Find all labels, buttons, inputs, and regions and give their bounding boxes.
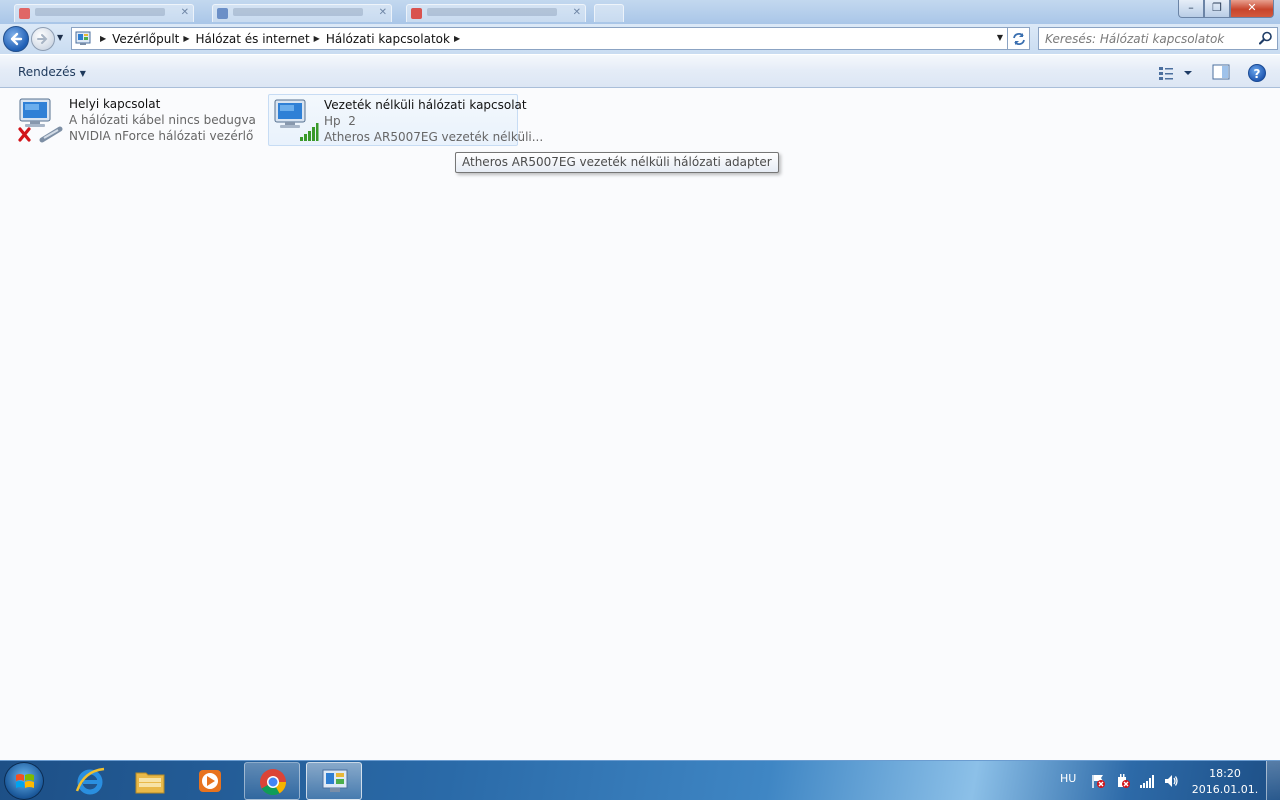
breadcrumb-item-control-panel[interactable]: Vezérlőpult [112, 32, 179, 46]
tab-close-icon[interactable]: ✕ [181, 7, 189, 18]
breadcrumb: ▶ Vezérlőpult ▶ Hálózat és internet ▶ Há… [96, 28, 466, 49]
system-clock[interactable]: 18:20 2016.01.01. [1190, 766, 1260, 798]
breadcrumb-separator-icon[interactable]: ▶ [96, 34, 112, 43]
close-button[interactable]: ✕ [1230, 0, 1274, 18]
background-tab[interactable]: ✕ [406, 4, 586, 22]
refresh-button[interactable] [1008, 27, 1030, 50]
connection-item-wireless[interactable]: Vezeték nélküli hálózati kapcsolat Hp 2 … [268, 94, 543, 146]
taskbar-media-player[interactable] [182, 762, 238, 800]
internet-explorer-icon [75, 767, 105, 795]
breadcrumb-item-network-connections[interactable]: Hálózati kapcsolatok [326, 32, 450, 46]
preview-pane-button[interactable] [1212, 64, 1230, 80]
tab-title-blurred [233, 8, 363, 16]
connection-device: NVIDIA nForce hálózati vezérlő [69, 129, 254, 143]
tab-title-blurred [35, 8, 165, 16]
tab-close-icon[interactable]: ✕ [573, 7, 581, 18]
back-button[interactable] [3, 26, 29, 52]
show-desktop-button[interactable] [1266, 761, 1280, 800]
control-panel-icon [322, 769, 348, 792]
clock-date: 2016.01.01. [1191, 783, 1259, 796]
connection-item-local[interactable]: Helyi kapcsolat A hálózati kábel nincs b… [14, 94, 256, 146]
forward-arrow-icon [37, 34, 48, 44]
connection-text: Vezeték nélküli hálózati kapcsolat Hp 2 … [324, 97, 543, 145]
tab-title-blurred [427, 8, 557, 16]
search-icon[interactable] [1259, 31, 1273, 45]
background-tab[interactable]: ✕ [14, 4, 194, 22]
organize-button[interactable]: Rendezés ▼ [18, 65, 86, 79]
connection-device: Atheros AR5007EG vezeték nélküli... [324, 130, 544, 144]
wired-network-disconnected-icon [18, 98, 63, 143]
window-controls: – ❐ ✕ [1178, 0, 1274, 18]
address-bar[interactable]: ▶ Vezérlőpult ▶ Hálózat és internet ▶ Há… [71, 27, 1008, 50]
maximize-button[interactable]: ❐ [1204, 0, 1230, 18]
language-indicator[interactable]: HU [1060, 772, 1076, 785]
recent-pages-dropdown-icon[interactable]: ▼ [57, 33, 63, 42]
wireless-network-signal-icon [274, 99, 319, 141]
search-box[interactable] [1038, 27, 1278, 50]
background-tab[interactable]: ✕ [212, 4, 392, 22]
breadcrumb-separator-icon[interactable]: ▶ [179, 34, 195, 43]
wireless-signal-icon[interactable] [1139, 773, 1155, 789]
connection-text: Helyi kapcsolat A hálózati kábel nincs b… [69, 96, 256, 144]
forward-button[interactable] [31, 27, 55, 51]
taskbar: HU 18:20 2016.01.01. [0, 760, 1280, 800]
tab-favicon [19, 8, 30, 19]
connection-status: Hp 2 [324, 114, 356, 128]
command-bar: Rendezés ▼ ? [0, 54, 1280, 88]
back-arrow-icon [10, 32, 23, 46]
volume-icon[interactable] [1163, 773, 1179, 789]
battery-power-icon[interactable] [1115, 773, 1131, 789]
connection-name: Helyi kapcsolat [69, 97, 161, 111]
action-center-flag-icon[interactable] [1090, 773, 1106, 789]
refresh-icon [1013, 33, 1025, 45]
tab-close-icon[interactable]: ✕ [379, 7, 387, 18]
minimize-button[interactable]: – [1178, 0, 1204, 18]
tab-favicon [411, 8, 422, 19]
address-history-dropdown-icon[interactable]: ▼ [997, 33, 1003, 42]
connection-status: A hálózati kábel nincs bedugva [69, 113, 256, 127]
device-tooltip: Atheros AR5007EG vezeték nélküli hálózat… [455, 152, 779, 173]
taskbar-chrome[interactable] [244, 762, 300, 800]
windows-logo-icon [16, 774, 34, 788]
search-input[interactable] [1045, 30, 1255, 47]
chrome-icon [260, 769, 287, 796]
help-button[interactable]: ? [1248, 64, 1266, 82]
breadcrumb-item-network-internet[interactable]: Hálózat és internet [196, 32, 310, 46]
taskbar-network-connections[interactable] [306, 762, 362, 800]
folder-icon [135, 772, 165, 794]
control-panel-icon [75, 31, 91, 45]
connections-list: Helyi kapcsolat A hálózati kábel nincs b… [0, 88, 1280, 760]
chevron-down-icon: ▼ [79, 69, 86, 78]
breadcrumb-separator-icon[interactable]: ▶ [450, 34, 466, 43]
tab-favicon [217, 8, 228, 19]
change-view-button[interactable] [1157, 64, 1195, 82]
start-button[interactable] [4, 762, 44, 800]
taskbar-windows-explorer[interactable] [122, 762, 178, 800]
title-bar: ✕ ✕ ✕ – ❐ ✕ [0, 0, 1280, 24]
media-player-icon [199, 770, 221, 792]
new-tab-button[interactable] [594, 4, 624, 22]
organize-label: Rendezés [18, 65, 76, 79]
clock-time: 18:20 [1209, 767, 1241, 780]
connection-name: Vezeték nélküli hálózati kapcsolat [324, 98, 527, 112]
breadcrumb-separator-icon[interactable]: ▶ [310, 34, 326, 43]
taskbar-internet-explorer[interactable] [62, 762, 118, 800]
navigation-bar: ▼ ▶ Vezérlőpult ▶ Hálózat és internet ▶ … [0, 24, 1280, 54]
